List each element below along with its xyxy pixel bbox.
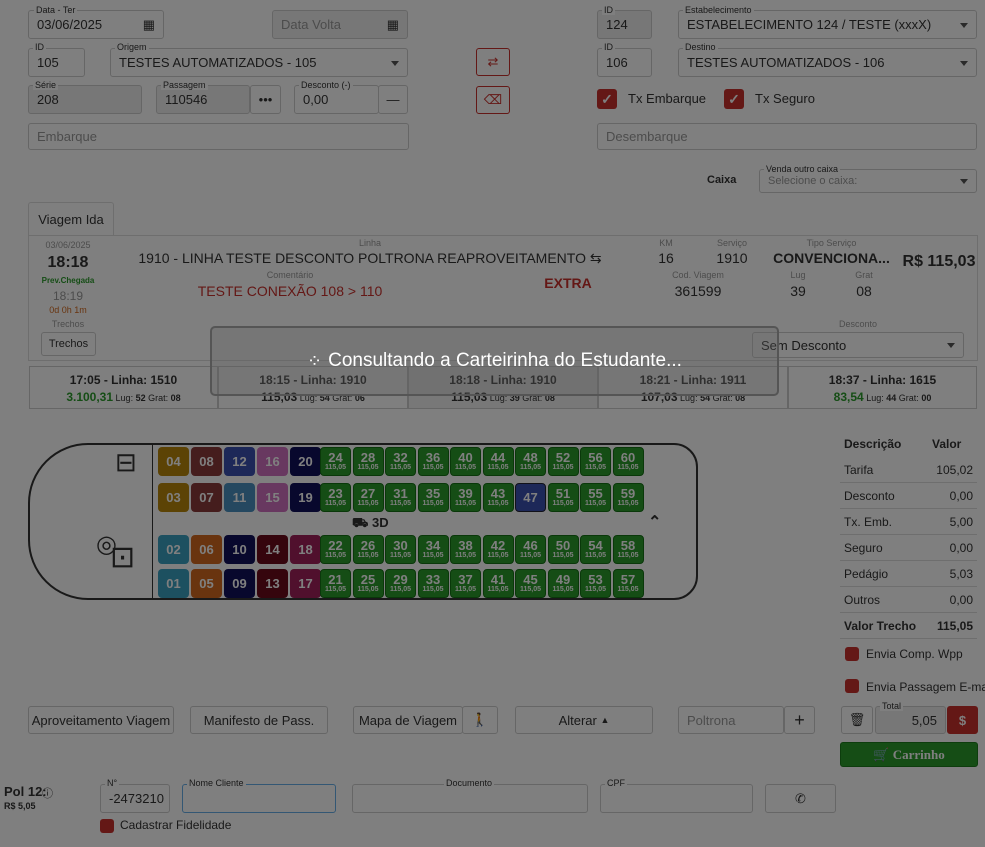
loading-message: Consultando a Carteirinha do Estudante..… [328,350,682,371]
loading-overlay [0,0,985,847]
loading-modal: ⁘ Consultando a Carteirinha do Estudante… [210,326,779,396]
spinner-icon: ⁘ [307,350,323,371]
